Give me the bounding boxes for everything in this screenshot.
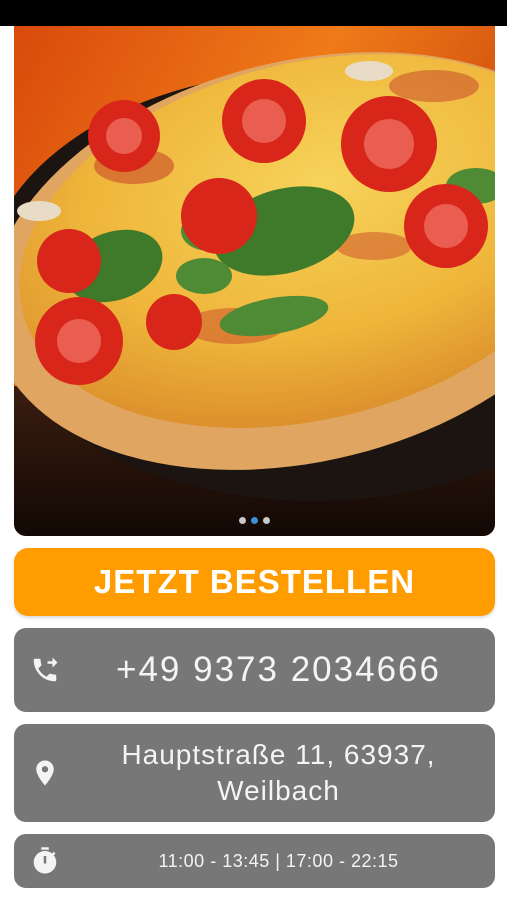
pizza-image (14, 26, 495, 536)
opening-hours-card[interactable]: 11:00 - 13:45 | 17:00 - 22:15 (14, 834, 495, 888)
carousel-dots[interactable] (14, 517, 495, 524)
order-now-button[interactable]: JETZT BESTELLEN (14, 548, 495, 616)
phone-forward-icon (30, 655, 60, 685)
address-line-2: Weilbach (217, 775, 340, 806)
order-now-label: JETZT BESTELLEN (93, 563, 416, 600)
stopwatch-icon (30, 846, 60, 876)
carousel-dot-active[interactable] (251, 517, 258, 524)
address-line-1: Hauptstraße 11, 63937, (121, 739, 436, 770)
carousel-dot[interactable] (239, 517, 246, 524)
carousel-dot[interactable] (263, 517, 270, 524)
location-pin-icon (30, 758, 60, 788)
hero-carousel[interactable] (14, 26, 495, 536)
status-bar (0, 0, 507, 26)
phone-card[interactable]: +49 9373 2034666 (14, 628, 495, 712)
address-card[interactable]: Hauptstraße 11, 63937, Weilbach (14, 724, 495, 822)
opening-hours-text: 11:00 - 13:45 | 17:00 - 22:15 (158, 850, 399, 871)
phone-number[interactable]: +49 9373 2034666 (116, 650, 441, 690)
